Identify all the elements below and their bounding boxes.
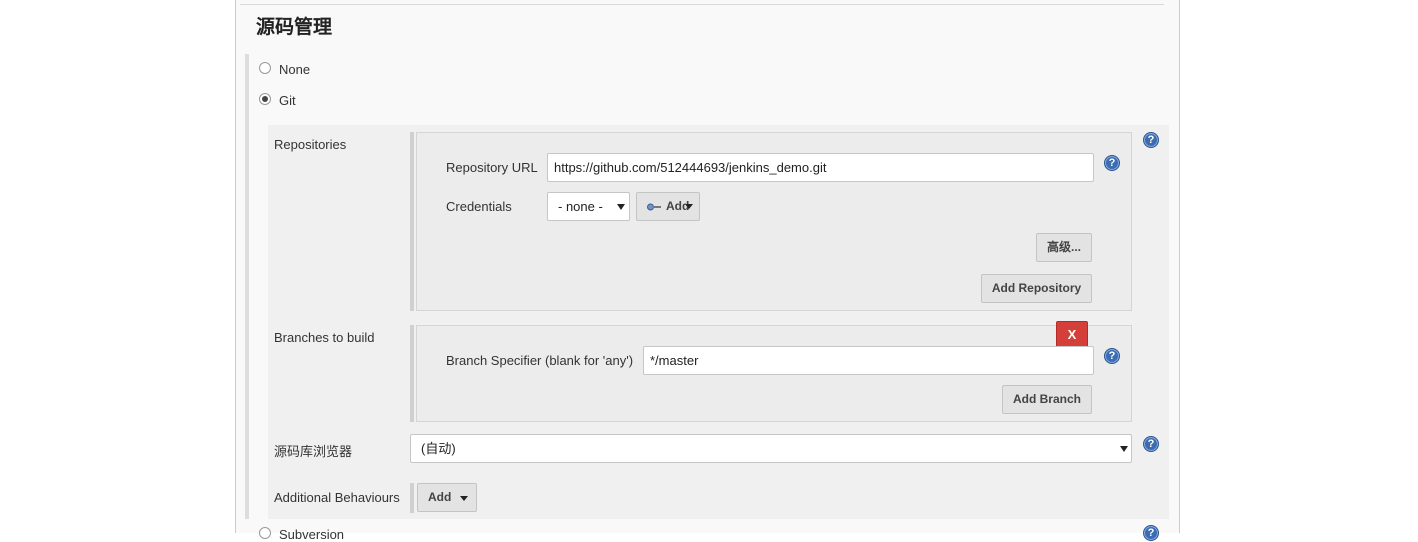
- add-behaviour-button[interactable]: Add: [417, 483, 477, 512]
- additional-behaviours-label: Additional Behaviours: [274, 490, 400, 505]
- behaviours-bar: [410, 483, 414, 513]
- branch-specifier-input[interactable]: */master: [643, 346, 1094, 375]
- git-config-bar: [245, 54, 249, 519]
- add-branch-button[interactable]: Add Branch: [1002, 385, 1092, 414]
- repository-browser-select[interactable]: (自动): [410, 434, 1132, 463]
- advanced-button[interactable]: 高级...: [1036, 233, 1092, 262]
- branches-label: Branches to build: [274, 330, 375, 345]
- chevron-down-icon: [460, 496, 468, 501]
- scm-none-label[interactable]: None: [279, 62, 310, 77]
- credentials-select[interactable]: - none -: [547, 192, 630, 221]
- add-repository-button[interactable]: Add Repository: [981, 274, 1092, 303]
- add-credentials-button[interactable]: Add: [636, 192, 700, 221]
- scm-none-radio[interactable]: [259, 62, 271, 74]
- section-title: 源码管理: [256, 17, 333, 38]
- key-icon: [647, 203, 661, 211]
- chevron-down-icon: [1120, 446, 1128, 452]
- help-icon[interactable]: ?: [1143, 525, 1159, 541]
- help-icon[interactable]: ?: [1104, 155, 1120, 171]
- scm-subversion-label[interactable]: Subversion: [279, 527, 344, 542]
- repository-browser-value: (自动): [421, 441, 456, 456]
- repository-browser-label: 源码库浏览器: [274, 444, 353, 459]
- delete-branch-button[interactable]: X: [1056, 321, 1088, 348]
- help-icon[interactable]: ?: [1143, 132, 1159, 148]
- help-icon[interactable]: ?: [1104, 348, 1120, 364]
- credentials-label: Credentials: [446, 199, 512, 214]
- chevron-down-icon: [685, 204, 693, 209]
- repository-url-input[interactable]: https://github.com/512444693/jenkins_dem…: [547, 153, 1094, 182]
- add-behaviour-label: Add: [428, 490, 452, 504]
- scm-git-label[interactable]: Git: [279, 93, 296, 108]
- credentials-select-value: - none -: [558, 199, 603, 214]
- section-divider: [240, 4, 1164, 5]
- branch-specifier-label: Branch Specifier (blank for 'any'): [446, 353, 634, 368]
- scm-subversion-radio[interactable]: [259, 527, 271, 539]
- repositories-bar: [410, 132, 414, 311]
- branches-bar: [410, 325, 414, 422]
- repositories-label: Repositories: [274, 137, 347, 152]
- chevron-down-icon: [617, 204, 625, 210]
- repository-url-label: Repository URL: [446, 160, 538, 175]
- scm-git-radio[interactable]: [259, 93, 271, 105]
- help-icon[interactable]: ?: [1143, 436, 1159, 452]
